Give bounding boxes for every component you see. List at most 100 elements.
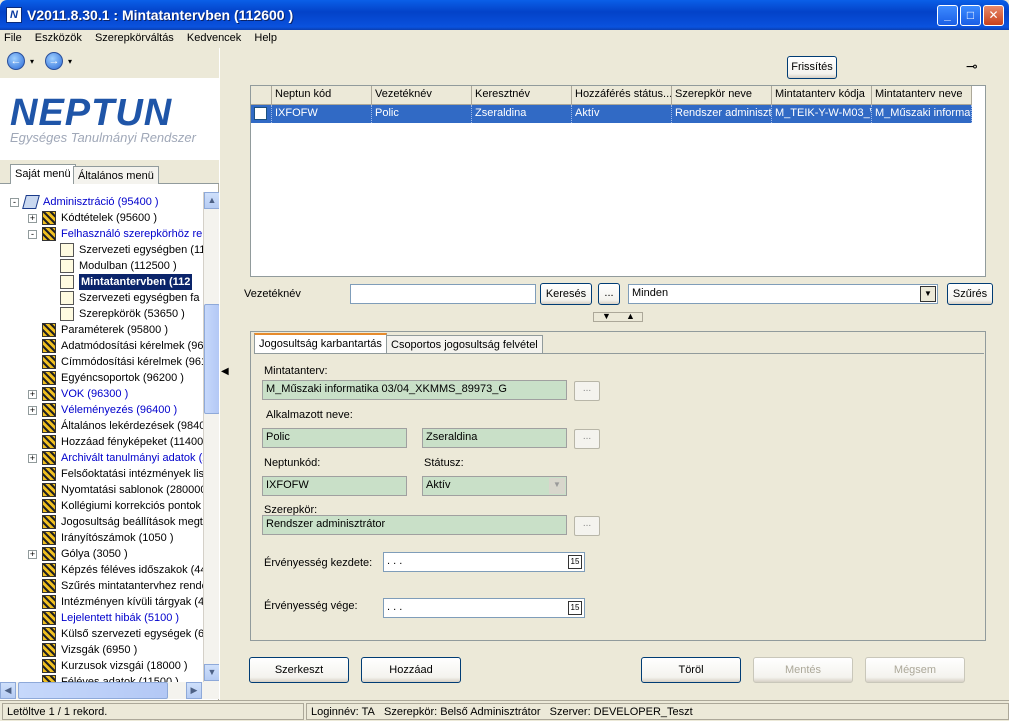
tree-vertical-scrollbar[interactable]: ▲ ▼ bbox=[203, 192, 220, 682]
tab-permission-maintenance[interactable]: Jogosultság karbantartás bbox=[254, 333, 387, 353]
grid-header-role-name[interactable]: Szerepkör neve bbox=[672, 86, 772, 105]
refresh-button[interactable]: Frissítés bbox=[787, 56, 837, 79]
maximize-button[interactable]: □ bbox=[960, 5, 981, 26]
grid-header-last-name[interactable]: Vezetéknév bbox=[372, 86, 472, 105]
role-field[interactable]: Rendszer adminisztrátor bbox=[262, 515, 567, 535]
scroll-thumb[interactable] bbox=[204, 304, 220, 414]
grid-header-curriculum-name[interactable]: Mintatanterv neve bbox=[872, 86, 972, 105]
cancel-button[interactable]: Mégsem bbox=[865, 657, 965, 683]
menu-role-switch[interactable]: Szerepkörváltás bbox=[89, 30, 178, 44]
tree-item[interactable]: Féléves adatok (11500 ) bbox=[0, 674, 203, 682]
collapse-icon[interactable]: - bbox=[10, 198, 19, 207]
table-cell[interactable]: Aktív bbox=[572, 105, 672, 123]
calendar-icon[interactable]: 15 bbox=[568, 601, 582, 615]
tree-item[interactable]: - Adminisztráció (95400 ) bbox=[0, 194, 203, 210]
tree-item[interactable]: Külső szervezeti egységek (68 bbox=[0, 626, 203, 642]
search-button[interactable]: Keresés bbox=[540, 283, 592, 305]
tree-item[interactable]: Általános lekérdezések (9840 bbox=[0, 418, 203, 434]
curriculum-field[interactable]: M_Műszaki informatika 03/04_XKMMS_89973_… bbox=[262, 380, 567, 400]
tree-item[interactable]: Szűrés mintatantervhez rende bbox=[0, 578, 203, 594]
tree-item[interactable]: Felsőoktatási intézmények list bbox=[0, 466, 203, 482]
pin-icon[interactable]: ⊸ bbox=[966, 58, 978, 75]
table-cell[interactable]: Polic bbox=[372, 105, 472, 123]
tree-item[interactable]: Egyéncsoportok (96200 ) bbox=[0, 370, 203, 386]
valid-to-field[interactable]: . . . 15 bbox=[383, 598, 585, 618]
grid-header-curriculum-code[interactable]: Mintatanterv kódja bbox=[772, 86, 872, 105]
tree-item[interactable]: Jogosultság beállítások megt bbox=[0, 514, 203, 530]
tree-item[interactable]: Hozzáad fényképeket (11400 bbox=[0, 434, 203, 450]
expand-icon[interactable]: + bbox=[28, 406, 37, 415]
minimize-button[interactable]: _ bbox=[937, 5, 958, 26]
tree-item[interactable]: Adatmódosítási kérelmek (96 bbox=[0, 338, 203, 354]
grid-header-neptun-code[interactable]: Neptun kód bbox=[272, 86, 372, 105]
role-picker-button[interactable]: ... bbox=[574, 516, 600, 536]
menu-file[interactable]: File bbox=[0, 30, 26, 44]
menu-tools[interactable]: Eszközök bbox=[29, 30, 86, 44]
tree-item[interactable]: Vizsgák (6950 ) bbox=[0, 642, 203, 658]
scroll-right-icon[interactable]: ▶ bbox=[186, 682, 202, 699]
expand-icon[interactable]: + bbox=[28, 550, 37, 559]
back-dropdown-icon[interactable]: ▾ bbox=[30, 57, 34, 66]
forward-icon[interactable]: → bbox=[45, 52, 63, 70]
table-cell[interactable]: M_Műszaki informati bbox=[872, 105, 972, 123]
tree-item[interactable]: + Archivált tanulmányi adatok (2 bbox=[0, 450, 203, 466]
scroll-down-icon[interactable]: ▼ bbox=[204, 664, 220, 681]
tree-item[interactable]: Kollégiumi korrekciós pontok bbox=[0, 498, 203, 514]
tree-item[interactable]: + VOK (96300 ) bbox=[0, 386, 203, 402]
neptun-code-field[interactable]: IXFOFW bbox=[262, 476, 407, 496]
table-cell[interactable]: M_TEIK-Y-W-M03_\ bbox=[772, 105, 872, 123]
employee-picker-button[interactable]: ... bbox=[574, 429, 600, 449]
expand-icon[interactable]: + bbox=[28, 214, 37, 223]
tree-item[interactable]: Lejelentett hibák (5100 ) bbox=[0, 610, 203, 626]
menu-help[interactable]: Help bbox=[248, 30, 281, 44]
add-button[interactable]: Hozzáad bbox=[361, 657, 461, 683]
tree-item[interactable]: Szervezeti egységben fa bbox=[0, 290, 203, 306]
grid-header-access-status[interactable]: Hozzáférés státus... bbox=[572, 86, 672, 105]
title-bar[interactable]: N V2011.8.30.1 : Mintatantervben (112600… bbox=[0, 0, 1009, 30]
tree-item[interactable]: Modulban (112500 ) bbox=[0, 258, 203, 274]
collapse-left-icon[interactable]: ◀ bbox=[221, 366, 229, 377]
chevron-down-icon[interactable]: ▼ bbox=[549, 478, 565, 494]
tree-item[interactable]: Paraméterek (95800 ) bbox=[0, 322, 203, 338]
collapse-up-icon[interactable]: ▲ bbox=[626, 311, 635, 321]
tree-item[interactable]: Mintatantervben (112 bbox=[0, 274, 203, 290]
back-icon[interactable]: ← bbox=[7, 52, 25, 70]
chevron-down-icon[interactable]: ▼ bbox=[920, 286, 936, 302]
collapse-icon[interactable]: - bbox=[28, 230, 37, 239]
row-checkbox[interactable] bbox=[254, 107, 267, 120]
table-cell[interactable]: Rendszer adminisztrá bbox=[672, 105, 772, 123]
search-options-button[interactable]: ... bbox=[598, 283, 620, 305]
tree-item[interactable]: Kurzusok vizsgái (18000 ) bbox=[0, 658, 203, 674]
tree-item[interactable]: Címmódosítási kérelmek (961 bbox=[0, 354, 203, 370]
tree-item[interactable]: + Gólya (3050 ) bbox=[0, 546, 203, 562]
forward-dropdown-icon[interactable]: ▾ bbox=[68, 57, 72, 66]
expand-icon[interactable]: + bbox=[28, 454, 37, 463]
valid-from-field[interactable]: . . . 15 bbox=[383, 552, 585, 572]
filter-select[interactable]: Minden ▼ bbox=[628, 284, 938, 304]
table-cell[interactable]: IXFOFW bbox=[272, 105, 372, 123]
tree-horizontal-scrollbar[interactable]: ◀ ▶ bbox=[0, 682, 219, 699]
tab-group-permission[interactable]: Csoportos jogosultság felvétel bbox=[386, 335, 543, 353]
section-toggle[interactable]: ▼ ▲ bbox=[593, 311, 643, 322]
first-name-field[interactable]: Zseraldina bbox=[422, 428, 567, 448]
tree-item[interactable]: Irányítószámok (1050 ) bbox=[0, 530, 203, 546]
hscroll-thumb[interactable] bbox=[18, 682, 168, 699]
status-select[interactable]: Aktív ▼ bbox=[422, 476, 567, 496]
tree-item[interactable]: Képzés féléves időszakok (44 bbox=[0, 562, 203, 578]
last-name-field[interactable]: Polic bbox=[262, 428, 407, 448]
scroll-left-icon[interactable]: ◀ bbox=[0, 682, 16, 699]
tree-item[interactable]: Szerepkörök (53650 ) bbox=[0, 306, 203, 322]
grid-header-first-name[interactable]: Keresztnév bbox=[472, 86, 572, 105]
tree-item[interactable]: Intézményen kívüli tárgyak (4 bbox=[0, 594, 203, 610]
edit-button[interactable]: Szerkeszt bbox=[249, 657, 349, 683]
menu-favorites[interactable]: Kedvencek bbox=[181, 30, 245, 44]
curriculum-picker-button[interactable]: ... bbox=[574, 381, 600, 401]
tab-own-menu[interactable]: Saját menü bbox=[10, 164, 76, 184]
tree-item[interactable]: Szervezeti egységben (11 bbox=[0, 242, 203, 258]
tree-item[interactable]: Nyomtatási sablonok (280000 bbox=[0, 482, 203, 498]
table-row-select[interactable] bbox=[251, 105, 272, 123]
tree-item[interactable]: + Véleményezés (96400 ) bbox=[0, 402, 203, 418]
tree-item[interactable]: + Kódtételek (95600 ) bbox=[0, 210, 203, 226]
results-grid[interactable]: Neptun kód Vezetéknév Keresztnév Hozzáfé… bbox=[250, 85, 986, 277]
tab-general-menu[interactable]: Általános menü bbox=[73, 166, 159, 184]
